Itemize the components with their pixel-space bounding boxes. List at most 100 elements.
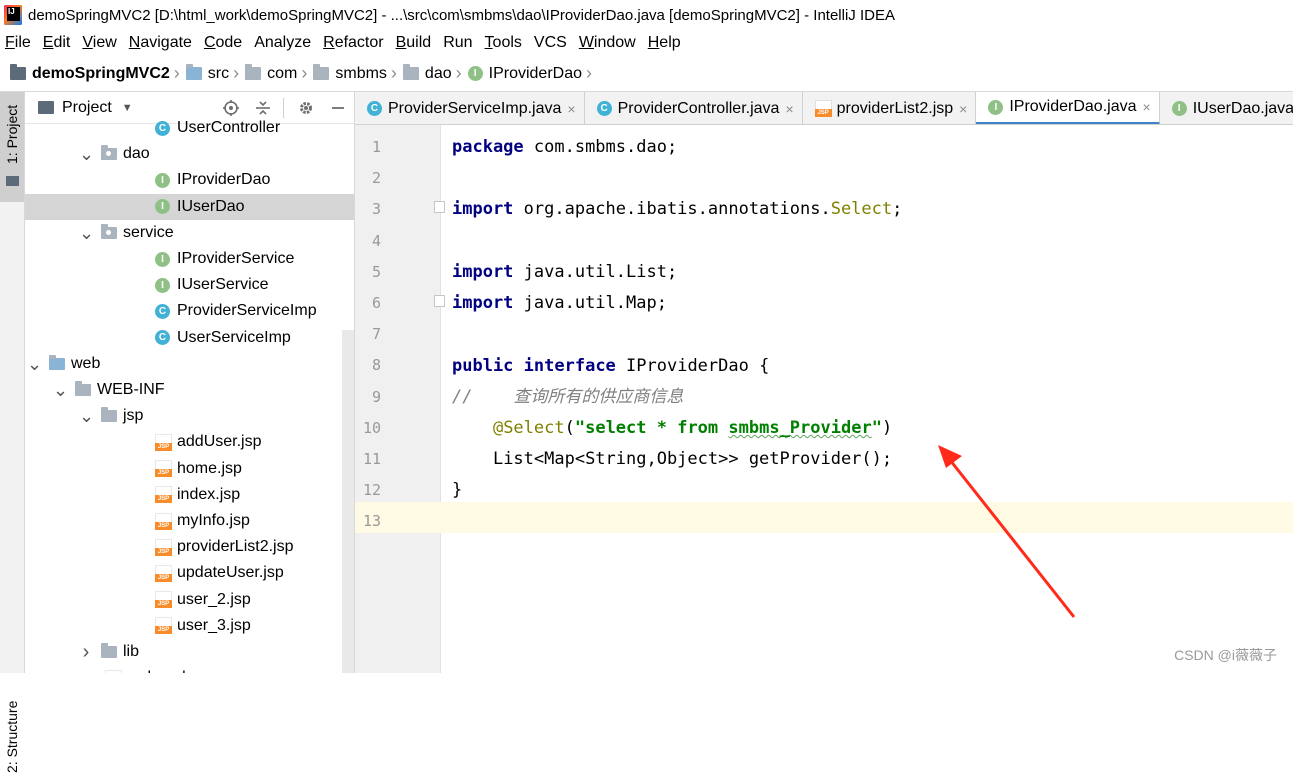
tree-item[interactable]: IProviderDao	[25, 167, 354, 193]
menu-window[interactable]: Window	[579, 34, 636, 52]
project-panel: Project ▼ UserController ⌄ dao IProviderDao…	[25, 92, 355, 673]
tree-item[interactable]: UserServiceImp	[25, 325, 354, 351]
tree-item[interactable]: IUserService	[25, 272, 354, 298]
jsp-icon	[814, 100, 832, 117]
breadcrumb: demoSpringMVC2 › src › com › smbms › dao…	[0, 56, 1293, 92]
chevron-right-icon[interactable]: ›	[79, 642, 93, 662]
menu-code[interactable]: Code	[204, 34, 242, 52]
tree-item[interactable]: providerList2.jsp	[25, 534, 354, 560]
tree-item[interactable]: myInfo.jsp	[25, 508, 354, 534]
tree-item[interactable]: ProviderServiceImp	[25, 298, 354, 324]
tree-item[interactable]: IProviderService	[25, 246, 354, 272]
tree-item-label: addUser.jsp	[177, 433, 262, 451]
chevron-down-icon[interactable]: ⌄	[53, 381, 68, 399]
menu-refactor[interactable]: Refactor	[323, 34, 383, 52]
structure-tool-tab[interactable]: 2: Structure	[4, 701, 20, 773]
breadcrumb-src[interactable]: src ›	[185, 63, 245, 84]
code-line-1: package com.smbms.dao;	[452, 132, 677, 163]
breadcrumb-project-label: demoSpringMVC2	[32, 64, 170, 82]
project-view-selector[interactable]: Project	[62, 99, 112, 117]
tree-item-label: updateUser.jsp	[177, 564, 284, 582]
tree-item-label: UserController	[177, 119, 281, 136]
breadcrumb-dao[interactable]: dao ›	[402, 63, 468, 84]
line-number: 5	[371, 262, 381, 281]
project-scrollbar[interactable]	[342, 330, 354, 673]
code-editor[interactable]: 1 2 3 4 5 6 7 8 9 10 11 12 13 package com.smbms.dao;…	[355, 125, 1293, 673]
tree-item-label: web	[71, 354, 101, 372]
tree-item[interactable]: addUser.jsp	[25, 429, 354, 455]
chevron-down-icon[interactable]: ⌄	[79, 145, 94, 163]
chevron-down-icon[interactable]: ⌄	[79, 224, 94, 242]
menu-analyze[interactable]: Analyze	[254, 34, 311, 52]
interface-icon	[1171, 101, 1187, 116]
window-title: demoSpringMVC2 [D:\html_work\demoSpringM…	[28, 6, 895, 24]
menu-build[interactable]: Build	[396, 34, 432, 52]
breadcrumb-project[interactable]: demoSpringMVC2 ›	[10, 63, 186, 84]
string-literal: "	[871, 418, 882, 438]
breadcrumb-file[interactable]: IProviderDao ›	[467, 63, 598, 84]
jsp-icon	[155, 591, 172, 609]
tree-item[interactable]: user_2.jsp	[25, 587, 354, 613]
menu-view[interactable]: View	[82, 34, 116, 52]
close-icon[interactable]: ×	[785, 101, 793, 117]
chevron-down-icon[interactable]: ▼	[122, 102, 133, 114]
tree-item[interactable]: IUserDao	[25, 193, 354, 220]
chevron-down-icon[interactable]: ⌄	[79, 407, 94, 425]
tree-item[interactable]: ⌄ WEB-INF	[25, 377, 354, 403]
menu-help[interactable]: Help	[648, 34, 681, 52]
breadcrumb-smbms[interactable]: smbms ›	[313, 63, 403, 84]
tree-item[interactable]: updateUser.jsp	[25, 560, 354, 586]
tree-item-label: IUserDao	[177, 197, 245, 215]
tree-item[interactable]: ⌄ jsp	[25, 403, 354, 429]
tree-item[interactable]: ⌄ service	[25, 220, 354, 246]
chevron-down-icon[interactable]: ⌄	[27, 355, 42, 373]
editor-tab[interactable]: ProviderController.java ×	[584, 92, 803, 124]
tab-label: IUserDao.java	[1192, 99, 1293, 117]
breadcrumb-com[interactable]: com ›	[245, 63, 313, 84]
tree-item[interactable]: ⌄ web	[25, 351, 354, 377]
code-text: com.smbms.dao;	[523, 137, 678, 157]
close-icon[interactable]: ×	[959, 101, 967, 117]
tree-item-label: home.jsp	[177, 459, 242, 477]
class-icon	[155, 303, 170, 319]
menu-tools[interactable]: Tools	[485, 34, 522, 52]
tree-item[interactable]: › lib	[25, 639, 354, 665]
tree-item-label: jsp	[123, 407, 144, 425]
tree-item-label: web.xml	[127, 669, 186, 673]
line-number: 9	[371, 387, 381, 406]
tree-item[interactable]: home.jsp	[25, 456, 354, 482]
menu-mnemonic: B	[395, 34, 407, 51]
menu-label: iew	[92, 34, 117, 51]
editor-tab[interactable]: providerList2.jsp ×	[802, 92, 977, 124]
tree-item[interactable]: UserController	[25, 115, 354, 141]
menu-run[interactable]: Run	[443, 34, 472, 52]
interface-icon	[155, 199, 170, 215]
tree-item[interactable]: ⌄ dao	[25, 141, 354, 167]
menu-vcs[interactable]: VCS	[534, 34, 567, 52]
line-number: 7	[371, 325, 381, 344]
editor-tab[interactable]: IProviderDao.java ×	[976, 92, 1160, 124]
project-tool-tab[interactable]: 1: Project	[0, 92, 24, 202]
package-icon	[245, 64, 262, 80]
tree-item[interactable]: web.xml	[25, 665, 354, 673]
fold-marker-icon[interactable]	[434, 201, 445, 213]
editor-tab[interactable]: ProviderServiceImp.java ×	[355, 92, 585, 124]
watermark: CSDN @i薇薇子	[1174, 647, 1277, 663]
close-icon[interactable]: ×	[567, 101, 575, 117]
tree-item-label: index.jsp	[177, 485, 241, 503]
menu-file[interactable]: File	[5, 34, 31, 52]
close-icon[interactable]: ×	[1143, 99, 1151, 115]
interface-icon	[467, 66, 483, 81]
tree-item[interactable]: index.jsp	[25, 482, 354, 508]
editor-tab[interactable]: IUserDao.java	[1159, 92, 1293, 124]
line-number: 11	[362, 450, 381, 468]
code-text: org.apache.ibatis.annotations.	[513, 199, 831, 219]
chevron-right-icon: ›	[586, 63, 592, 83]
fold-marker-icon[interactable]	[434, 295, 445, 307]
tree-item[interactable]: user_3.jsp	[25, 613, 354, 639]
code-text: )	[881, 418, 893, 438]
menu-edit[interactable]: Edit	[43, 34, 71, 52]
menu-navigate[interactable]: Navigate	[129, 34, 192, 52]
code-text: (	[564, 418, 575, 438]
menu-label: ode	[215, 34, 243, 51]
